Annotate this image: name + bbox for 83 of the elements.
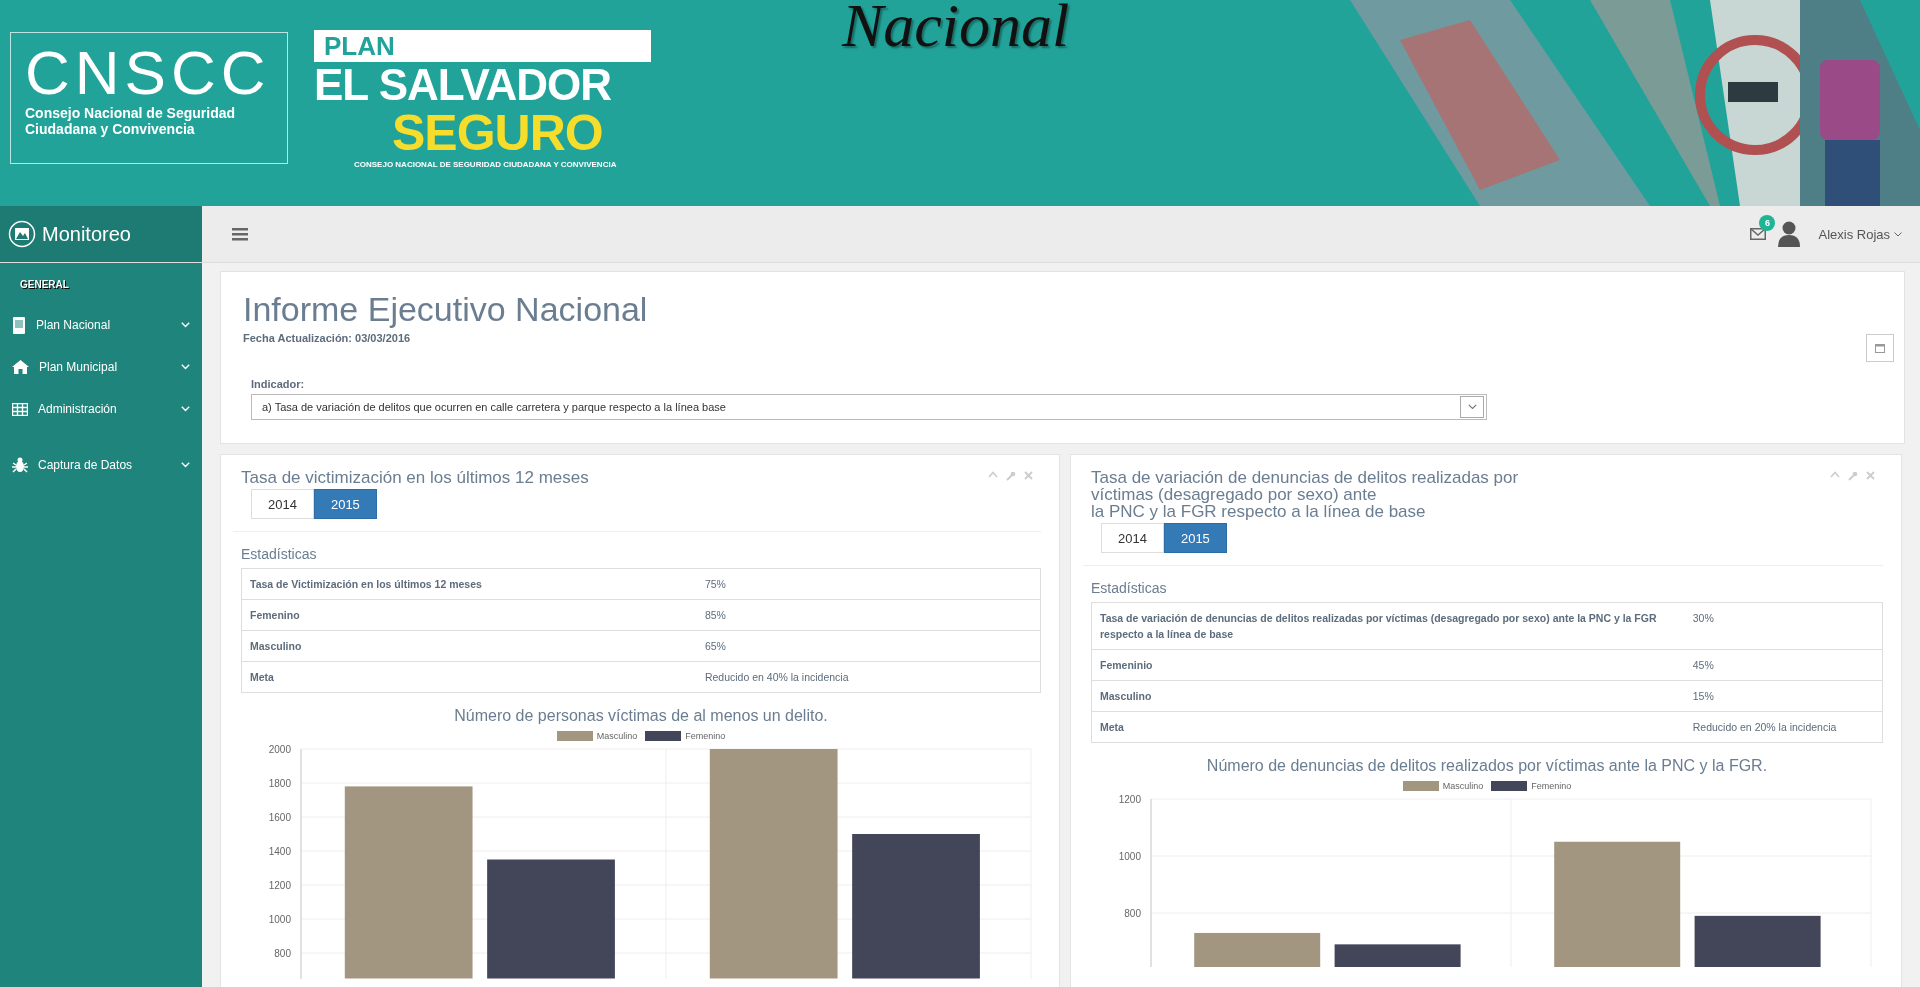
chevron-down-icon [1467,404,1477,410]
avatar-icon [1778,221,1801,247]
chart-title: Número de personas víctimas de al menos un delito. [453,707,829,725]
table-cell: Reducido en 40% la incidencia [696,661,1041,693]
sidebar-item[interactable]: Plan Nacional [0,304,202,346]
table-cell: Meta [1091,711,1685,743]
table-cell: Masculino [1091,680,1685,712]
logo-acronym: CNSCC [25,41,272,105]
table-cell: 75% [696,568,1041,600]
bug-icon [12,457,28,473]
chevron-down-icon [181,322,190,328]
axis-tick-label: 1000 [268,914,291,925]
mountain-icon [8,220,36,248]
chart-title: Número de denuncias de delitos realizados por víctimas ante la PNC y la FGR. [1205,757,1769,775]
table-cell: 65% [696,630,1041,662]
update-date: Fecha Actualización: 03/03/2016 [243,332,412,344]
indicator-select[interactable]: a) Tasa de variación de delitos que ocurren en calle carretera y parque respecto a la línea base [251,394,1487,420]
table-cell: Reducido en 20% la incidencia [1684,711,1883,743]
year-tab[interactable]: 2014 [1101,523,1164,553]
calendar-button[interactable] [1866,334,1894,362]
chevron-down-icon [181,364,190,370]
menu-icon[interactable] [232,227,248,241]
axis-tick-label: 1800 [268,778,291,789]
panel-title: Tasa de victimización en los últimos 12 meses [241,469,590,486]
axis-tick-label: 1400 [268,846,291,857]
header-caption: Nacional [842,0,1070,56]
axis-tick-label: 1600 [268,812,291,823]
sidebar-item[interactable]: Administración [0,388,202,430]
axis-tick-label: 800 [274,948,291,959]
table-cell: 30% [1684,602,1883,650]
building-icon [12,316,26,334]
calendar-icon [1875,343,1885,353]
sidebar-section-title: GENERAL [19,279,70,290]
table-cell: Masculino [241,630,697,662]
collapse-icon[interactable] [1830,471,1840,478]
user-menu[interactable]: Alexis Rojas [1812,225,1908,243]
table-cell: Femeninio [1091,649,1685,681]
sidebar-item[interactable]: Captura de Datos [0,444,202,486]
close-icon[interactable] [1024,471,1033,480]
page-title: Informe Ejecutivo Nacional [243,289,649,330]
chevron-down-icon [181,462,190,468]
chevron-down-icon [181,406,190,412]
table-icon [12,402,28,416]
year-tab[interactable]: 2015 [1163,523,1227,553]
table-cell: Tasa de variación de denuncias de delitos realizadas por víctimas (desagregado por sexo) ante la PNC y la FGR respecto a la línea de base [1091,602,1685,650]
plan-logo-tagline: CONSEJO NACIONAL DE SEGURIDAD CIUDADANA Y CONVIVENCIA [353,160,618,169]
section-heading: Estadísticas [241,546,318,562]
plan-logo-title: EL SALVADOR [314,62,613,108]
sidebar-item[interactable]: Plan Municipal [0,346,202,388]
legend-label: Masculino [596,731,638,741]
legend-label: Masculino [1442,781,1484,791]
table-cell: 45% [1684,649,1883,681]
wrench-icon[interactable] [1006,471,1016,481]
table-cell: Meta [241,661,697,693]
close-icon[interactable] [1866,471,1875,480]
axis-tick-label: 800 [1124,908,1141,919]
wrench-icon[interactable] [1848,471,1858,481]
table-cell: Tasa de Victimización en los últimos 12 meses [241,568,697,600]
plan-logo-subtitle: SEGURO [391,108,604,158]
field-label: Indicador: [251,378,306,390]
app-name: Monitoreo [42,222,131,246]
logo-subtitle: Ciudadana y Convivencia [25,121,196,137]
legend-label: Femenino [1531,781,1572,791]
plan-logo-label: PLAN [314,30,651,62]
year-tab[interactable]: 2014 [251,489,314,519]
table-cell: 15% [1684,680,1883,712]
app-brand[interactable]: Monitoreo [0,206,202,262]
year-tab[interactable]: 2015 [313,489,377,519]
home-icon [12,360,29,374]
caret-down-icon [1894,231,1902,237]
logo-subtitle: Consejo Nacional de Seguridad [25,105,237,121]
section-heading: Estadísticas [1091,580,1168,596]
table-cell: 85% [696,599,1041,631]
legend-label: Femenino [685,731,726,741]
panel-title: Tasa de variación de denuncias de delitos realizadas por víctimas (desagregado por sexo) ante la PNC y la FGR respecto a la línea de base [1091,469,1520,520]
axis-tick-label: 2000 [268,744,291,755]
axis-tick-label: 1000 [1118,851,1141,862]
collapse-icon[interactable] [988,471,998,478]
axis-tick-label: 1200 [1118,794,1141,805]
mail-icon[interactable] [1750,228,1767,240]
notification-badge: 6 [1759,215,1776,231]
axis-tick-label: 1200 [268,880,291,891]
table-cell: Femenino [241,599,697,631]
